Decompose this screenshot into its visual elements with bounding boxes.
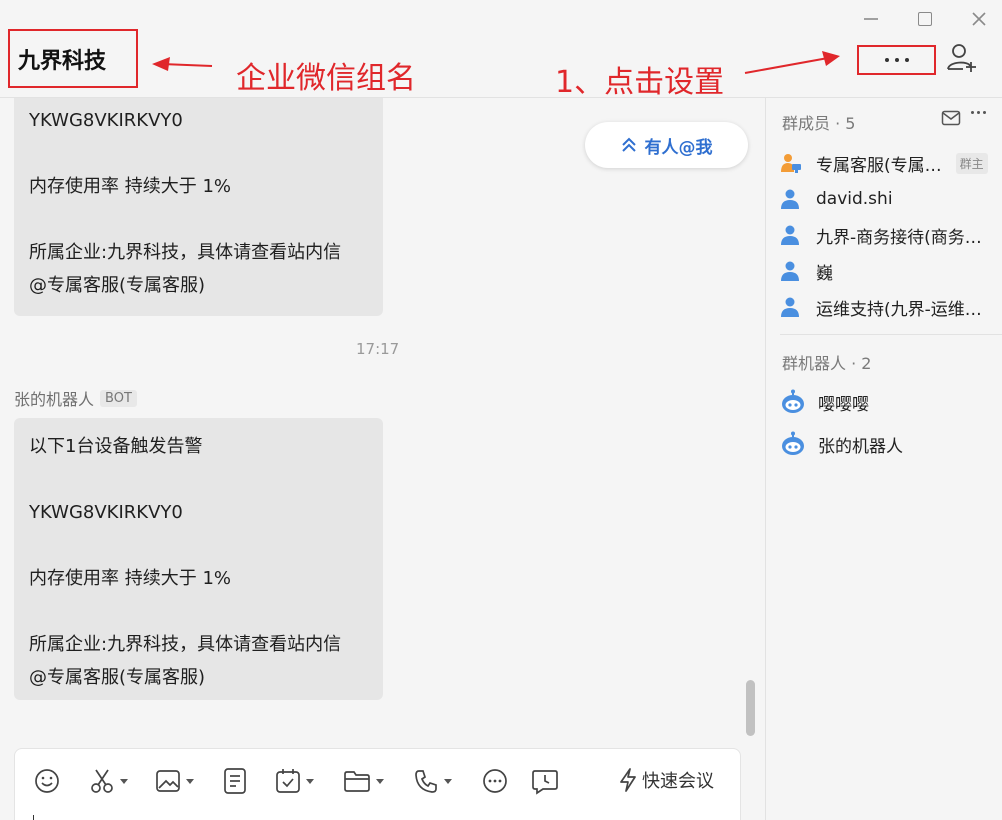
chevron-down-icon — [120, 778, 128, 784]
emoji-button[interactable] — [33, 767, 61, 795]
member-name: 专属客服(专属… — [816, 155, 942, 176]
chevron-down-icon — [186, 778, 194, 784]
scissors-icon — [91, 769, 113, 793]
message-list[interactable]: YKWG8VKIRKVY0 内存使用率 持续大于 1% 所属企业:九界科技，具体… — [0, 98, 765, 820]
maximize-icon — [918, 12, 932, 26]
emoji-icon — [35, 769, 59, 793]
arrow-right-icon — [822, 51, 840, 66]
schedule-message-button[interactable] — [531, 767, 559, 795]
bot-name: 嘤嘤嘤 — [818, 394, 869, 415]
member-name: 巍 — [816, 263, 833, 284]
call-button[interactable] — [413, 767, 452, 795]
arrow-left-icon — [152, 57, 170, 71]
more-tools-button[interactable] — [481, 767, 509, 795]
member-name: david.shi — [816, 189, 893, 209]
more-icon — [483, 769, 507, 793]
annotation-click-settings: 1、点击设置 — [555, 65, 725, 100]
group-title[interactable]: 九界科技 — [18, 43, 106, 75]
quick-meeting-button[interactable]: 快速会议 — [618, 767, 714, 793]
message-line: 内存使用率 持续大于 1% — [29, 568, 231, 589]
folder-icon — [344, 771, 370, 792]
chat-scrollbar[interactable] — [746, 680, 755, 736]
document-icon — [224, 768, 246, 794]
mention-me-button[interactable]: 有人@我 — [585, 122, 748, 168]
task-button[interactable] — [275, 767, 314, 795]
bot-name: 张的机器人 — [818, 436, 903, 457]
sender-name[interactable]: 张的机器人 — [14, 386, 94, 410]
member-item[interactable]: david.shi — [780, 184, 995, 214]
image-icon — [156, 770, 180, 792]
message-line: 以下1台设备触发告警 — [29, 436, 203, 457]
screenshot-button[interactable] — [89, 767, 128, 795]
message-line: 所属企业:九界科技，具体请查看站内信 — [29, 242, 342, 263]
settings-more-button[interactable] — [857, 45, 936, 75]
user-avatar-icon — [781, 297, 799, 317]
message-line: YKWG8VKIRKVY0 — [29, 110, 183, 131]
bot-badge: BOT — [100, 389, 137, 407]
group-info-sidebar: 群成员 · 5 专属客服(专属… 群主 david.shi 九界-商务接待(商务… — [765, 98, 1002, 820]
minimize-button[interactable] — [858, 6, 884, 32]
text-input-caret[interactable] — [33, 815, 34, 820]
chevron-down-icon — [376, 778, 384, 784]
phone-icon — [415, 770, 437, 793]
message-line: 所属企业:九界科技，具体请查看站内信 — [29, 634, 342, 655]
group-title-highlight: 九界科技 — [8, 29, 138, 88]
members-more-button[interactable] — [971, 111, 986, 114]
robot-icon — [782, 431, 804, 455]
more-dots-icon — [884, 58, 909, 62]
message-line: @专属客服(专属客服) — [29, 667, 206, 688]
member-item[interactable]: 九界-商务接待(商务… — [780, 220, 995, 250]
message-composer[interactable]: 快速会议 — [14, 748, 741, 820]
chevron-down-icon — [444, 778, 452, 784]
close-icon — [972, 12, 986, 26]
add-user-icon — [947, 44, 976, 72]
close-button[interactable] — [966, 6, 992, 32]
group-mail-button[interactable] — [941, 110, 961, 130]
mail-icon — [941, 110, 961, 126]
message-line: YKWG8VKIRKVY0 — [29, 502, 183, 523]
robot-icon — [782, 389, 804, 413]
message-timestamp: 17:17 — [356, 340, 400, 358]
bot-item[interactable]: 嘤嘤嘤 — [780, 386, 995, 418]
member-name: 九界-商务接待(商务… — [816, 227, 982, 248]
chat-header: 九界科技 企业微信组名 1、点击设置 — [0, 0, 1002, 100]
user-avatar-icon — [781, 189, 799, 209]
members-header: 群成员 · 5 — [782, 114, 856, 133]
message-line: 内存使用率 持续大于 1% — [29, 176, 231, 197]
annotation-arrows — [152, 51, 840, 74]
quick-meeting-label: 快速会议 — [642, 771, 714, 792]
member-item[interactable]: 专属客服(专属… 群主 — [780, 148, 995, 178]
double-chevron-up-icon — [621, 137, 636, 152]
task-icon — [276, 769, 300, 793]
add-member-button[interactable] — [944, 40, 980, 76]
image-button[interactable] — [155, 767, 194, 795]
message-bubble[interactable]: 以下1台设备触发告警 YKWG8VKIRKVY0 内存使用率 持续大于 1% 所… — [14, 418, 383, 700]
message-line: @专属客服(专属客服) — [29, 275, 206, 296]
bot-item[interactable]: 张的机器人 — [780, 428, 995, 460]
member-name: 运维支持(九界-运维… — [816, 299, 982, 320]
user-avatar-icon — [781, 225, 799, 245]
message-sender: 张的机器人 BOT — [14, 386, 137, 410]
member-item[interactable]: 巍 — [780, 256, 995, 286]
maximize-button[interactable] — [912, 6, 938, 32]
document-button[interactable] — [223, 767, 247, 795]
user-avatar-icon — [781, 261, 799, 281]
annotation-group-name: 企业微信组名 — [236, 61, 416, 96]
member-item[interactable]: 运维支持(九界-运维… — [780, 292, 995, 322]
owner-avatar-icon — [781, 154, 801, 173]
mention-me-label: 有人@我 — [644, 137, 713, 158]
message-bubble[interactable]: YKWG8VKIRKVY0 内存使用率 持续大于 1% 所属企业:九界科技，具体… — [14, 98, 383, 316]
chevron-down-icon — [306, 778, 314, 784]
bots-header: 群机器人 · 2 — [782, 354, 872, 373]
minimize-icon — [864, 18, 878, 20]
schedule-icon — [532, 770, 558, 795]
lightning-icon — [620, 768, 636, 792]
file-button[interactable] — [343, 767, 384, 795]
owner-badge: 群主 — [955, 152, 988, 174]
section-divider — [780, 334, 1002, 335]
